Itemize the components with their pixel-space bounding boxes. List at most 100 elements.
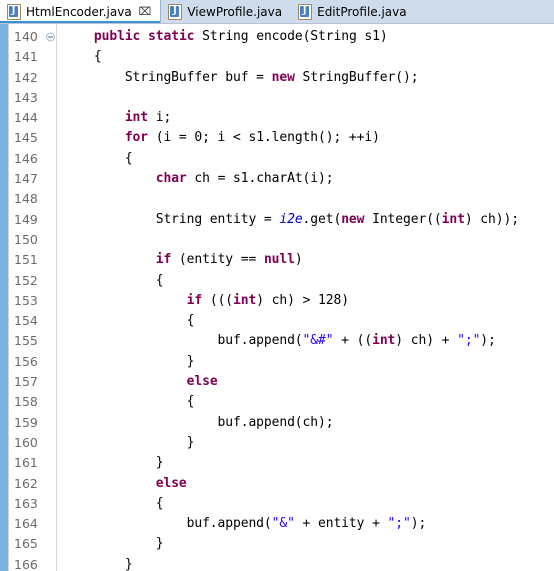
code-token-pln — [63, 171, 156, 186]
line-number-value: 150 — [14, 231, 38, 247]
code-line[interactable]: String entity = i2e.get(new Integer((int… — [63, 210, 554, 230]
java-file-icon — [7, 3, 21, 20]
line-number[interactable]: 142 — [9, 68, 56, 88]
line-number-value: 155 — [14, 333, 38, 349]
line-number-gutter[interactable]: 140 141 142 143 144 145 146 147 148 149 150 151 152 1… — [9, 24, 57, 571]
line-number-value: 166 — [14, 556, 38, 571]
code-line[interactable]: if (entity == null) — [63, 250, 554, 270]
line-number[interactable]: 151 — [9, 250, 56, 270]
code-line[interactable]: for (i = 0; i < s1.length(); ++i) — [63, 128, 554, 148]
line-number-value: 148 — [14, 191, 38, 207]
line-number[interactable]: 152 — [9, 271, 56, 291]
code-line[interactable]: { — [63, 311, 554, 331]
code-token-pln — [63, 252, 156, 267]
line-number-value: 145 — [14, 130, 38, 146]
line-number-value: 152 — [14, 272, 38, 288]
code-token-pln: } — [63, 556, 133, 571]
line-number-value: 159 — [14, 414, 38, 430]
line-number[interactable]: 141 — [9, 47, 56, 67]
code-line[interactable] — [63, 189, 554, 209]
code-token-str: ";" — [457, 333, 481, 349]
code-line[interactable]: { — [63, 47, 554, 67]
code-line[interactable]: public static String encode(String s1) — [63, 27, 554, 47]
line-number-value: 160 — [14, 434, 38, 450]
code-line[interactable]: if (((int) ch) > 128) — [63, 291, 554, 311]
code-line[interactable]: else — [63, 474, 554, 494]
code-text-area[interactable]: public static String encode(String s1) {… — [57, 24, 554, 571]
line-number[interactable]: 161 — [9, 453, 56, 473]
line-number-value: 165 — [14, 536, 38, 552]
code-token-kw: else — [186, 374, 218, 390]
code-token-pln: + entity + — [294, 516, 388, 532]
code-token-kw: null — [263, 252, 295, 268]
line-number[interactable]: 150 — [9, 230, 56, 250]
code-line[interactable] — [63, 88, 554, 108]
editor-tab-bar: HtmlEncoder.java ⌧ ViewProfile.java EditPro… — [0, 0, 554, 24]
line-number[interactable]: 148 — [9, 189, 56, 209]
code-line[interactable]: buf.append("&#" + ((int) ch) + ";"); — [63, 331, 554, 351]
editor-tab-viewprofile-java[interactable]: ViewProfile.java — [161, 0, 291, 23]
code-token-pln — [63, 110, 125, 125]
code-token-pln: buf.append( — [63, 333, 303, 349]
line-number[interactable]: 162 — [9, 474, 56, 494]
code-token-pln: ); — [410, 516, 427, 532]
code-line[interactable]: { — [63, 149, 554, 169]
code-line[interactable]: { — [63, 392, 554, 412]
code-line[interactable]: } — [63, 453, 554, 473]
code-token-pln — [63, 476, 156, 491]
code-line[interactable]: } — [63, 534, 554, 554]
line-number[interactable]: 163 — [9, 494, 56, 514]
code-token-pln: StringBuffer(); — [294, 69, 419, 85]
code-line[interactable]: } — [63, 352, 554, 372]
line-number[interactable]: 154 — [9, 311, 56, 331]
code-token-pln — [63, 29, 94, 44]
code-line[interactable] — [63, 230, 554, 250]
line-number[interactable]: 160 — [9, 433, 56, 453]
code-line[interactable]: buf.append(ch); — [63, 413, 554, 433]
line-number[interactable]: 159 — [9, 413, 56, 433]
code-line[interactable]: } — [63, 433, 554, 453]
code-token-pln: } — [63, 455, 164, 471]
line-number-value: 157 — [14, 374, 38, 390]
code-token-pln — [63, 374, 187, 389]
code-line[interactable]: { — [63, 494, 554, 514]
line-number-value: 151 — [14, 252, 38, 268]
line-number[interactable]: 157 — [9, 372, 56, 392]
line-number[interactable]: 149 — [9, 210, 56, 230]
close-icon[interactable]: ⌧ — [139, 6, 152, 17]
code-token-pln: String encode(String s1) — [194, 29, 388, 44]
code-line[interactable]: int i; — [63, 108, 554, 128]
code-token-kw: int — [441, 211, 465, 227]
editor-tab-htmlencoder-java[interactable]: HtmlEncoder.java ⌧ — [0, 0, 162, 23]
line-number[interactable]: 145 — [9, 128, 56, 148]
line-number[interactable]: 165 — [9, 534, 56, 554]
line-number[interactable]: 164 — [9, 514, 56, 534]
fold-collapse-icon[interactable] — [46, 32, 55, 42]
line-number[interactable]: 146 — [9, 149, 56, 169]
code-line[interactable]: buf.append("&" + entity + ";"); — [63, 514, 554, 534]
code-line[interactable]: { — [63, 271, 554, 291]
code-line[interactable]: StringBuffer buf = new StringBuffer(); — [63, 68, 554, 88]
change-indicator-bar — [0, 24, 9, 571]
line-number[interactable]: 153 — [9, 291, 56, 311]
code-line[interactable]: } — [63, 555, 554, 571]
code-editor[interactable]: 140 141 142 143 144 145 146 147 148 149 150 151 152 1… — [0, 24, 554, 571]
code-token-pln: } — [63, 434, 195, 450]
line-number[interactable]: 143 — [9, 88, 56, 108]
line-number[interactable]: 144 — [9, 108, 56, 128]
code-token-kw: int — [233, 292, 257, 308]
code-line[interactable]: else — [63, 372, 554, 392]
editor-tab-editprofile-java[interactable]: EditProfile.java — [291, 0, 416, 23]
line-number-value: 143 — [14, 89, 38, 105]
line-number[interactable]: 147 — [9, 169, 56, 189]
line-number[interactable]: 166 — [9, 555, 56, 571]
line-number-value: 142 — [14, 69, 38, 85]
code-token-pln: ) ch) > 128) — [256, 292, 349, 308]
line-number[interactable]: 140 — [9, 27, 56, 47]
code-line[interactable]: char ch = s1.charAt(i); — [63, 169, 554, 189]
line-number[interactable]: 158 — [9, 392, 56, 412]
code-token-kw: char — [155, 171, 187, 187]
code-token-pln: { — [63, 49, 102, 65]
line-number[interactable]: 155 — [9, 331, 56, 351]
line-number[interactable]: 156 — [9, 352, 56, 372]
